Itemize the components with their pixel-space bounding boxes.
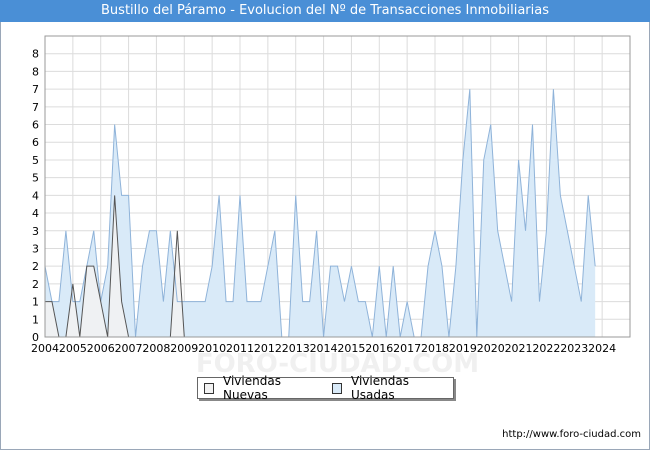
x-tick-label: 2009 <box>170 342 198 355</box>
x-tick-label: 2024 <box>588 342 616 355</box>
y-tick-label: 8 <box>32 48 39 61</box>
x-tick-label: 2005 <box>59 342 87 355</box>
y-tick-label: 8 <box>32 65 39 78</box>
y-tick-label: 2 <box>32 278 39 291</box>
x-tick-label: 2018 <box>421 342 449 355</box>
y-tick-label: 5 <box>32 172 39 185</box>
legend-item-nuevas: Viviendas Nuevas <box>204 374 318 402</box>
legend: Viviendas Nuevas Viviendas Usadas <box>197 374 454 402</box>
x-tick-label: 2016 <box>365 342 393 355</box>
x-tick-label: 2013 <box>282 342 310 355</box>
x-tick-label: 2019 <box>449 342 477 355</box>
x-tick-label: 2008 <box>142 342 170 355</box>
y-tick-label: 6 <box>32 119 39 132</box>
y-tick-label: 7 <box>32 83 39 96</box>
legend-label-usadas: Viviendas Usadas <box>351 374 409 402</box>
y-tick-label: 5 <box>32 154 39 167</box>
legend-item-usadas: Viviendas Usadas <box>331 374 445 402</box>
x-tick-label: 2023 <box>560 342 588 355</box>
x-tick-label: 2014 <box>310 342 338 355</box>
legend-swatch-nuevas <box>204 382 215 394</box>
x-tick-label: 2012 <box>254 342 282 355</box>
y-tick-label: 3 <box>32 242 39 255</box>
x-tick-label: 2011 <box>226 342 254 355</box>
y-tick-label: 2 <box>32 260 39 273</box>
y-tick-label: 4 <box>32 189 39 202</box>
x-tick-label: 2004 <box>31 342 59 355</box>
legend-label-nuevas: Viviendas Nuevas <box>223 374 281 402</box>
x-tick-label: 2017 <box>393 342 421 355</box>
y-tick-label: 1 <box>32 296 39 309</box>
x-tick-label: 2006 <box>87 342 115 355</box>
y-tick-label: 6 <box>32 136 39 149</box>
y-tick-label: 3 <box>32 225 39 238</box>
x-tick-label: 2021 <box>505 342 533 355</box>
legend-swatch-usadas <box>331 382 343 394</box>
footer-url[interactable]: http://www.foro-ciudad.com <box>502 429 641 440</box>
x-tick-label: 2010 <box>198 342 226 355</box>
x-tick-label: 2015 <box>337 342 365 355</box>
y-tick-label: 7 <box>32 101 39 114</box>
x-tick-label: 2007 <box>115 342 143 355</box>
y-tick-label: 4 <box>32 207 39 220</box>
x-tick-label: 2020 <box>477 342 505 355</box>
y-tick-label: 1 <box>32 313 39 326</box>
x-tick-label: 2022 <box>532 342 560 355</box>
